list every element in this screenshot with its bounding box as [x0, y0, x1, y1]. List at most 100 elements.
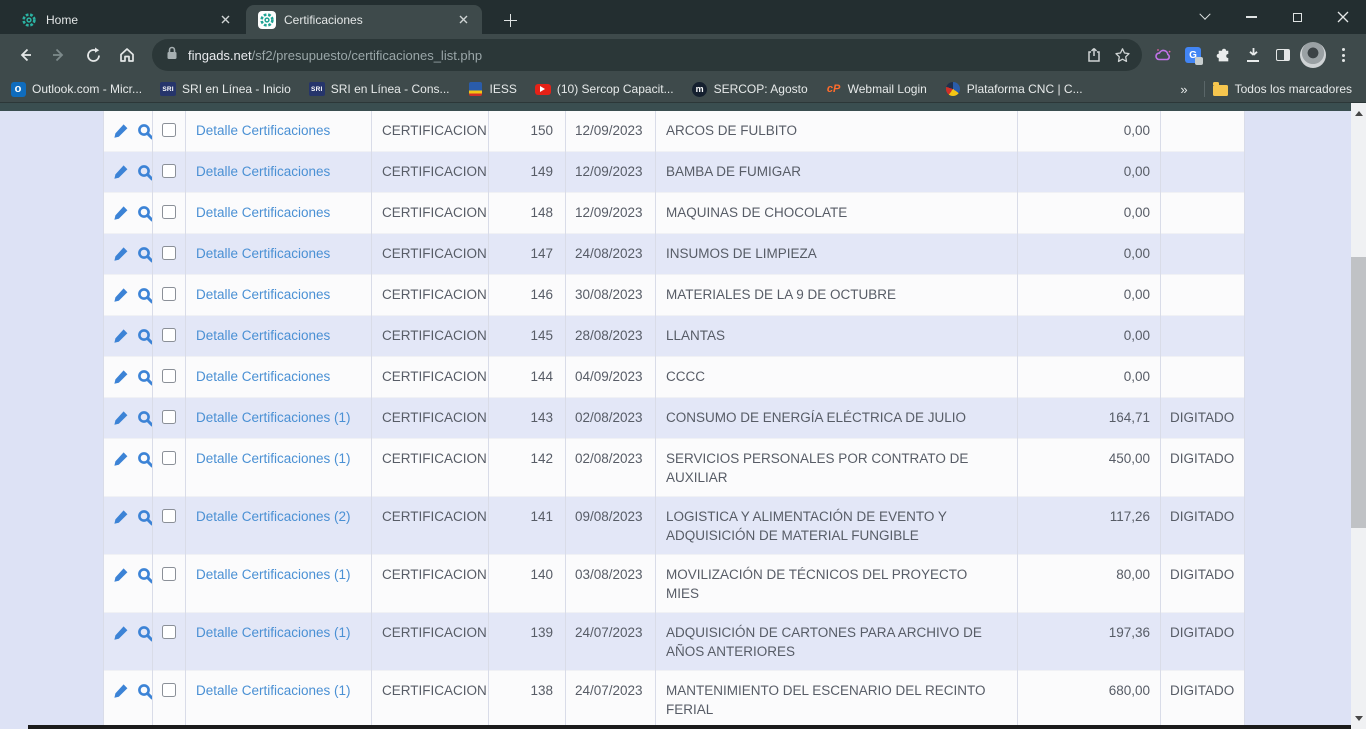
- all-bookmarks-folder[interactable]: Todos los marcadores: [1213, 81, 1352, 97]
- new-tab-button[interactable]: [498, 8, 522, 32]
- detail-certifications-link[interactable]: Detalle Certificaciones: [196, 205, 330, 220]
- edit-pencil-icon[interactable]: [113, 246, 130, 263]
- scrollbar-thumb[interactable]: [1351, 257, 1366, 528]
- reload-button[interactable]: [78, 40, 108, 70]
- search-magnifier-icon[interactable]: [137, 369, 153, 386]
- edit-pencil-icon[interactable]: [113, 451, 130, 468]
- table-row: Detalle Certificaciones (1) CERTIFICACIO…: [104, 613, 1245, 671]
- number-cell: 140: [489, 555, 566, 613]
- scroll-up-arrow-icon[interactable]: [1355, 111, 1363, 116]
- bookmark-iess[interactable]: IESS: [468, 81, 517, 97]
- edit-pencil-icon[interactable]: [113, 328, 130, 345]
- number-cell: 143: [489, 398, 566, 439]
- detail-certifications-link[interactable]: Detalle Certificaciones: [196, 287, 330, 302]
- search-magnifier-icon[interactable]: [137, 625, 153, 642]
- row-checkbox[interactable]: [162, 164, 176, 178]
- browser-menu-dots-icon[interactable]: [1328, 40, 1358, 70]
- detail-certifications-link[interactable]: Detalle Certificaciones (1): [196, 625, 351, 640]
- detail-certifications-link[interactable]: Detalle Certificaciones (2): [196, 509, 351, 524]
- bookmark-star-icon[interactable]: [1108, 41, 1136, 69]
- row-checkbox[interactable]: [162, 328, 176, 342]
- detail-certifications-link[interactable]: Detalle Certificaciones (1): [196, 410, 351, 425]
- search-magnifier-icon[interactable]: [137, 451, 153, 468]
- date-cell: 04/09/2023: [566, 357, 656, 398]
- row-checkbox[interactable]: [162, 451, 176, 465]
- forward-button[interactable]: [44, 40, 74, 70]
- edit-pencil-icon[interactable]: [113, 509, 130, 526]
- search-magnifier-icon[interactable]: [137, 683, 153, 700]
- cloud-extension-icon[interactable]: [1148, 40, 1178, 70]
- scroll-down-arrow-icon[interactable]: [1355, 716, 1363, 721]
- address-bar[interactable]: fingads.net/sf2/presupuesto/certificacio…: [152, 39, 1142, 71]
- edit-pencil-icon[interactable]: [113, 369, 130, 386]
- row-checkbox[interactable]: [162, 410, 176, 424]
- row-checkbox[interactable]: [162, 369, 176, 383]
- row-checkbox[interactable]: [162, 123, 176, 137]
- bookmark-webmail[interactable]: cPWebmail Login: [826, 81, 927, 97]
- tab-close-icon[interactable]: [217, 11, 234, 28]
- vertical-scrollbar[interactable]: [1351, 103, 1366, 729]
- search-magnifier-icon[interactable]: [137, 287, 153, 304]
- edit-pencil-icon[interactable]: [113, 625, 130, 642]
- edit-pencil-icon[interactable]: [113, 683, 130, 700]
- row-checkbox[interactable]: [162, 625, 176, 639]
- date-cell: 24/08/2023: [566, 234, 656, 275]
- bookmark-sri-inicio[interactable]: SRISRI en Línea - Inicio: [160, 81, 291, 97]
- window-restore-button[interactable]: [1274, 0, 1320, 34]
- bookmark-plataforma-cnc[interactable]: Plataforma CNC | C...: [945, 81, 1083, 97]
- search-magnifier-icon[interactable]: [137, 205, 153, 222]
- side-panel-icon[interactable]: [1268, 40, 1298, 70]
- edit-pencil-icon[interactable]: [113, 287, 130, 304]
- search-magnifier-icon[interactable]: [137, 328, 153, 345]
- translate-extension-icon[interactable]: G: [1178, 40, 1208, 70]
- search-magnifier-icon[interactable]: [137, 164, 153, 181]
- bookmark-sri-consultas[interactable]: SRISRI en Línea - Cons...: [309, 81, 450, 97]
- downloads-icon[interactable]: [1238, 40, 1268, 70]
- detail-certifications-link[interactable]: Detalle Certificaciones (1): [196, 451, 351, 466]
- detail-certifications-link[interactable]: Detalle Certificaciones: [196, 328, 330, 343]
- detail-certifications-link[interactable]: Detalle Certificaciones: [196, 164, 330, 179]
- bookmark-sercop-capacit[interactable]: (10) Sercop Capacit...: [535, 81, 674, 97]
- row-checkbox[interactable]: [162, 567, 176, 581]
- detail-certifications-link[interactable]: Detalle Certificaciones: [196, 369, 330, 384]
- tab-close-icon[interactable]: [455, 11, 472, 28]
- type-cell: CERTIFICACION: [372, 613, 489, 671]
- back-button[interactable]: [10, 40, 40, 70]
- search-magnifier-icon[interactable]: [137, 246, 153, 263]
- edit-pencil-icon[interactable]: [113, 164, 130, 181]
- tab-home[interactable]: Home: [8, 5, 244, 34]
- search-magnifier-icon[interactable]: [137, 567, 153, 584]
- tab-certificaciones[interactable]: Certificaciones: [246, 5, 482, 34]
- number-cell: 144: [489, 357, 566, 398]
- row-checkbox[interactable]: [162, 205, 176, 219]
- window-minimize-button[interactable]: [1228, 0, 1274, 34]
- search-magnifier-icon[interactable]: [137, 410, 153, 427]
- bookmarks-overflow-chevron[interactable]: »: [1172, 82, 1195, 97]
- search-magnifier-icon[interactable]: [137, 123, 153, 140]
- status-cell: [1161, 316, 1245, 357]
- home-button[interactable]: [112, 40, 142, 70]
- edit-pencil-icon[interactable]: [113, 205, 130, 222]
- row-checkbox[interactable]: [162, 246, 176, 260]
- row-checkbox[interactable]: [162, 509, 176, 523]
- window-close-button[interactable]: [1320, 0, 1366, 34]
- extensions-puzzle-icon[interactable]: [1208, 40, 1238, 70]
- detail-certifications-link[interactable]: Detalle Certificaciones: [196, 246, 330, 261]
- profile-avatar[interactable]: [1298, 40, 1328, 70]
- detail-certifications-link[interactable]: Detalle Certificaciones (1): [196, 567, 351, 582]
- detail-certifications-link[interactable]: Detalle Certificaciones (1): [196, 683, 351, 698]
- sercop-icon: m: [692, 81, 708, 97]
- status-cell: [1161, 275, 1245, 316]
- share-icon[interactable]: [1080, 41, 1108, 69]
- row-checkbox[interactable]: [162, 683, 176, 697]
- search-magnifier-icon[interactable]: [137, 509, 153, 526]
- edit-pencil-icon[interactable]: [113, 123, 130, 140]
- bookmark-sercop-agosto[interactable]: mSERCOP: Agosto: [692, 81, 808, 97]
- window-menu-chevron-icon[interactable]: [1182, 0, 1228, 34]
- detail-certifications-link[interactable]: Detalle Certificaciones: [196, 123, 330, 138]
- edit-pencil-icon[interactable]: [113, 567, 130, 584]
- bookmark-outlook[interactable]: oOutlook.com - Micr...: [10, 81, 142, 97]
- row-checkbox[interactable]: [162, 287, 176, 301]
- status-cell: DIGITADO: [1161, 398, 1245, 439]
- edit-pencil-icon[interactable]: [113, 410, 130, 427]
